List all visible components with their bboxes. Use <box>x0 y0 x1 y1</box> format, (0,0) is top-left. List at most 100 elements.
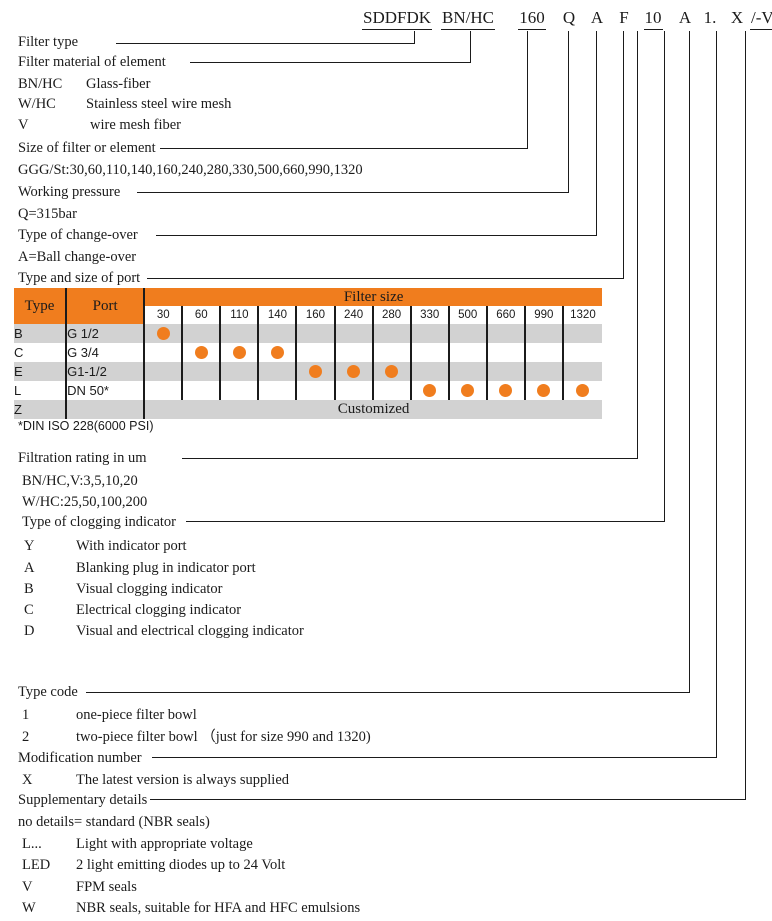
cell-3-3 <box>257 381 297 400</box>
supplementary-desc-4: NBR seals, suitable for HFA and HFC emul… <box>76 900 361 916</box>
cell-1-11 <box>561 343 602 362</box>
supplementary-desc-3: FPM seals <box>76 879 137 895</box>
code-token-material: BN/HC <box>440 8 496 30</box>
cell-0-8 <box>447 324 487 343</box>
table-row: E G1-1/2 <box>14 362 602 381</box>
header-port: Port <box>65 288 145 324</box>
size-col-9: 660 <box>485 306 525 324</box>
leader-h-material <box>190 62 471 63</box>
leader-v-supplementary <box>745 31 746 800</box>
size-col-4: 160 <box>295 306 335 324</box>
cell-1-10 <box>523 343 563 362</box>
code-token-modification: X <box>730 8 744 27</box>
leader-v-material <box>470 31 471 63</box>
cell-3-5 <box>333 381 373 400</box>
indicator-desc-2: Visual clogging indicator <box>76 581 223 597</box>
value-changeover: A=Ball change-over <box>18 249 137 265</box>
cell-2-2 <box>219 362 259 381</box>
size-col-6: 280 <box>371 306 411 324</box>
nomenclature-diagram: SDDFDK BN/HC 160 Q A F 10 A 1. X /-V Fil… <box>0 0 772 921</box>
cell-3-4 <box>295 381 335 400</box>
table-row: C G 3/4 <box>14 343 602 362</box>
indicator-code-4: D <box>24 623 35 639</box>
availability-dot <box>385 365 399 379</box>
material-option-desc-1: Stainless steel wire mesh <box>86 96 232 112</box>
leader-h-supplementary <box>150 799 746 800</box>
supplementary-code-1: L... <box>22 836 42 852</box>
cell-0-9 <box>485 324 525 343</box>
leader-h-filtration <box>182 458 638 459</box>
cell-3-11 <box>561 381 602 400</box>
leader-h-indicator <box>186 521 665 522</box>
cell-0-3 <box>257 324 297 343</box>
leader-v-modification <box>716 31 717 758</box>
material-option-code-1: W/HC <box>18 96 56 112</box>
row-type-3: L <box>14 383 22 398</box>
cell-3-6 <box>371 381 411 400</box>
leader-h-typecode <box>86 692 690 693</box>
header-filter-size: Filter size <box>143 288 602 306</box>
cell-0-6 <box>371 324 411 343</box>
cell-1-8 <box>447 343 487 362</box>
supplementary-desc-2: 2 light emitting diodes up to 24 Volt <box>76 857 286 873</box>
indicator-code-3: C <box>24 602 34 618</box>
size-col-1: 60 <box>181 306 221 324</box>
cell-2-0 <box>143 362 183 381</box>
leader-h-changeover <box>156 235 597 236</box>
availability-dot <box>537 384 551 398</box>
cell-1-7 <box>409 343 449 362</box>
availability-dot <box>423 384 437 398</box>
availability-dot <box>232 346 246 360</box>
label-supplementary-details: Supplementary details <box>18 792 148 808</box>
cell-2-10 <box>523 362 563 381</box>
cell-1-1 <box>181 343 221 362</box>
note-din-iso: *DIN ISO 228(6000 PSI) <box>18 419 154 433</box>
leader-v-indicator <box>664 31 665 522</box>
leader-v-filtration <box>637 31 638 459</box>
cell-1-6 <box>371 343 411 362</box>
size-col-3: 140 <box>257 306 297 324</box>
cell-0-0 <box>143 324 183 343</box>
leader-h-pressure <box>137 192 569 193</box>
material-option-code-2: V <box>18 117 29 133</box>
supplementary-code-3: V <box>22 879 33 895</box>
label-type-of-clogging-indicator: Type of clogging indicator <box>22 514 177 530</box>
leader-v-pressure <box>568 31 569 193</box>
leader-v-changeover <box>596 31 597 236</box>
label-type-code: Type code <box>18 684 78 700</box>
port-size-matrix-table: Type Port Filter size 30 60 110 140 160 … <box>14 288 602 419</box>
row-type-0: B <box>14 326 23 341</box>
leader-h-port <box>147 278 624 279</box>
material-option-code-0: BN/HC <box>18 76 63 92</box>
customized-label: Customized <box>143 400 602 419</box>
supplementary-desc-0: no details= standard (NBR seals) <box>18 814 210 830</box>
cell-0-4 <box>295 324 335 343</box>
supplementary-desc-1: Light with appropriate voltage <box>76 836 253 852</box>
size-col-2: 110 <box>219 306 259 324</box>
typecode-code-0: 1 <box>22 707 30 723</box>
typecode-desc-0: one-piece filter bowl <box>76 707 197 723</box>
size-col-10: 990 <box>523 306 563 324</box>
leader-h-filter-type <box>116 43 415 44</box>
leader-v-typecode <box>689 31 690 693</box>
indicator-desc-1: Blanking plug in indicator port <box>76 560 256 576</box>
indicator-code-2: B <box>24 581 34 597</box>
row-port-0: G 1/2 <box>65 324 145 343</box>
label-filtration-rating: Filtration rating in um <box>18 450 147 466</box>
value-filtration-1: W/HC:25,50,100,200 <box>22 494 148 510</box>
size-col-0: 30 <box>143 306 183 324</box>
size-col-5: 240 <box>333 306 373 324</box>
cell-0-1 <box>181 324 221 343</box>
availability-dot <box>194 346 208 360</box>
cell-3-7 <box>409 381 449 400</box>
cell-0-11 <box>561 324 602 343</box>
cell-1-4 <box>295 343 335 362</box>
model-code-line: SDDFDK BN/HC 160 Q A F 10 A 1. X /-V <box>0 8 772 34</box>
cell-0-10 <box>523 324 563 343</box>
cell-0-5 <box>333 324 373 343</box>
cell-1-0 <box>143 343 183 362</box>
material-option-desc-0: Glass-fiber <box>86 76 151 92</box>
indicator-code-0: Y <box>24 538 35 554</box>
row-type-2: E <box>14 364 23 379</box>
cell-2-11 <box>561 362 602 381</box>
